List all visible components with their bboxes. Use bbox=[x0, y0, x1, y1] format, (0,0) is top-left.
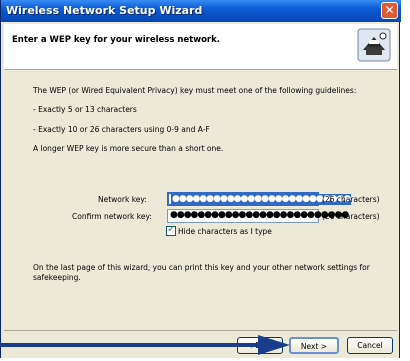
confirm-key-label: Confirm network key: bbox=[72, 212, 152, 221]
hide-characters-label[interactable]: Hide characters as I type bbox=[178, 227, 272, 236]
wizard-window: Wireless Network Setup Wizard ✕ Enter a … bbox=[0, 0, 401, 358]
wizard-header: Enter a WEP key for your wireless networ… bbox=[4, 24, 397, 70]
confirm-key-count: (26 characters) bbox=[322, 212, 380, 221]
hide-characters-checkbox[interactable]: ✓ bbox=[166, 224, 176, 236]
pointer-arrow-icon bbox=[0, 335, 290, 355]
footer-note-line-1: On the last page of this wizard, you can… bbox=[33, 263, 370, 272]
network-wizard-icon bbox=[357, 28, 391, 62]
network-key-label: Network key: bbox=[98, 195, 147, 204]
next-button[interactable]: Next > bbox=[289, 337, 339, 354]
confirm-key-field[interactable]: ●●●●●●●●●●●●●●●●●●●●●●●●●● bbox=[167, 209, 349, 223]
guideline-note: A longer WEP key is more secure than a s… bbox=[33, 144, 224, 153]
cancel-button[interactable]: Cancel bbox=[347, 337, 393, 354]
title-bar[interactable]: Wireless Network Setup Wizard ✕ bbox=[1, 0, 401, 22]
footer-note-line-2: safekeeping. bbox=[33, 273, 81, 282]
checkmark-icon: ✓ bbox=[167, 224, 176, 235]
page-title: Enter a WEP key for your wireless networ… bbox=[12, 35, 220, 45]
network-key-field[interactable]: ●●●●●●●●●●●●●●●●●●●●●●●●●● bbox=[167, 192, 351, 206]
close-icon: ✕ bbox=[384, 3, 395, 17]
close-button[interactable]: ✕ bbox=[381, 2, 398, 19]
guidelines-intro: The WEP (or Wired Equivalent Privacy) ke… bbox=[33, 86, 357, 95]
guideline-rule-2: - Exactly 10 or 26 characters using 0-9 … bbox=[33, 125, 210, 134]
window-title: Wireless Network Setup Wizard bbox=[6, 4, 203, 17]
network-key-count: (26 characters) bbox=[322, 195, 380, 204]
wizard-body: The WEP (or Wired Equivalent Privacy) ke… bbox=[4, 70, 397, 330]
guideline-rule-1: - Exactly 5 or 13 characters bbox=[33, 105, 137, 114]
